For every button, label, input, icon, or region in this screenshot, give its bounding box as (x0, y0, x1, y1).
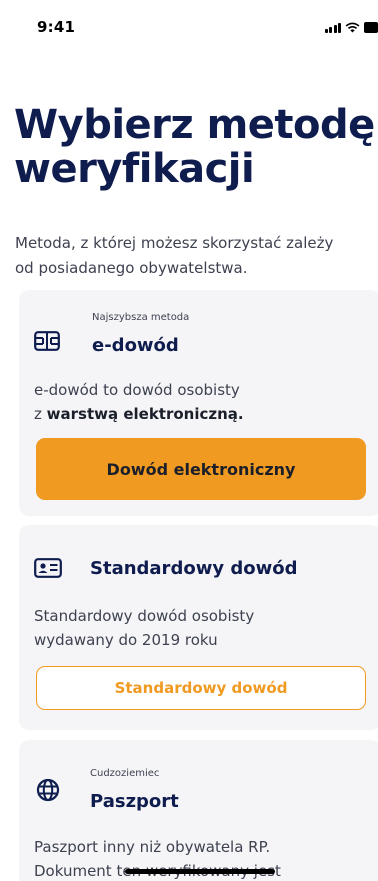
page-title-line-1: Wybierz metodę (14, 102, 375, 148)
id-card-icon (34, 558, 62, 582)
globe-icon (36, 778, 60, 806)
home-indicator[interactable] (125, 869, 275, 874)
signal-icon (324, 21, 341, 33)
wifi-icon (345, 22, 360, 33)
method-card-e-dowod: Najszybsza metoda e-dowód e-dowód to dow… (19, 290, 378, 516)
battery-icon (364, 22, 378, 33)
method-description-line-1: Standardowy dowód osobisty (34, 607, 255, 625)
status-bar: 9:41 (0, 0, 378, 50)
status-icons (324, 19, 378, 33)
screen: 9:41 Wybierz metodę weryfikacji Metoda, (0, 0, 378, 881)
method-description: Standardowy dowód osobisty wydawany do 2… (34, 604, 254, 652)
method-heading: Paszport (90, 791, 179, 812)
method-card-standard-id: Standardowy dowód Standardowy dowód osob… (19, 525, 378, 730)
page-title-line-2: weryfikacji (14, 146, 255, 192)
method-card-passport: Cudzoziemiec Paszport Paszport inny niż … (19, 740, 378, 881)
method-description-line-2: z warstwą elektroniczną. (34, 402, 244, 426)
method-description-line-2: wydawany do 2019 roku (34, 631, 218, 649)
method-heading: Standardowy dowód (90, 558, 298, 579)
status-time: 9:41 (37, 18, 76, 36)
method-description: e-dowód to dowód osobisty z warstwą elek… (34, 378, 244, 426)
method-eyebrow: Najszybsza metoda (92, 312, 190, 323)
method-description-line-1: Paszport inny niż obywatela RP. (34, 838, 271, 856)
method-description-prefix: z (34, 405, 47, 423)
method-heading: e-dowód (92, 335, 179, 356)
page-subtitle-line-1: Metoda, z której możesz skorzystać zależ… (15, 234, 334, 252)
method-description-emphasis: warstwą elektroniczną. (46, 405, 244, 423)
id-chip-card-icon (34, 331, 60, 355)
method-eyebrow: Cudzoziemiec (90, 768, 160, 779)
e-dowod-button[interactable]: Dowód elektroniczny (36, 438, 366, 500)
standard-id-button[interactable]: Standardowy dowód (36, 666, 366, 710)
page-title: Wybierz metodę weryfikacji (14, 103, 378, 191)
method-description-line-1: e-dowód to dowód osobisty (34, 381, 240, 399)
page-subtitle-line-2: od posiadanego obywatelstwa. (15, 259, 248, 277)
method-description: Paszport inny niż obywatela RP. Dokument… (34, 835, 281, 881)
page-subtitle: Metoda, z której możesz skorzystać zależ… (15, 231, 378, 281)
